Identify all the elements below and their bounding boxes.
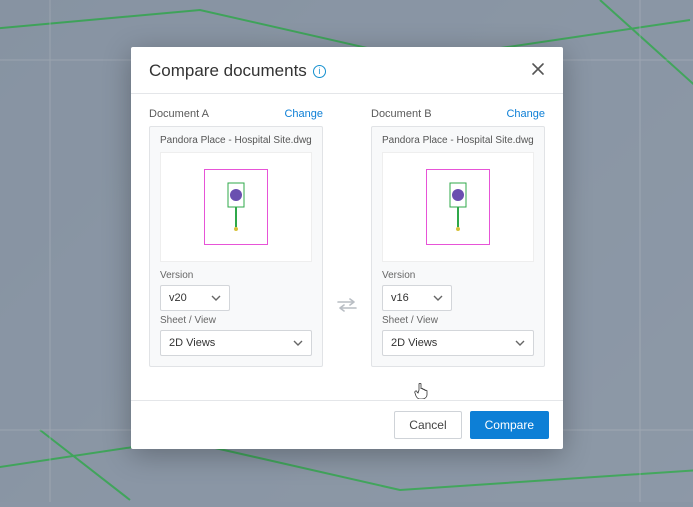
version-label-b: Version bbox=[382, 270, 534, 281]
sheet-view-label-b: Sheet / View bbox=[382, 315, 534, 326]
document-a-filename: Pandora Place - Hospital Site.dwg bbox=[160, 135, 312, 146]
document-a-sheet-view-select[interactable]: 2D Views bbox=[160, 330, 312, 356]
document-a-thumbnail[interactable] bbox=[160, 152, 312, 262]
document-a-label: Document A bbox=[149, 108, 209, 120]
document-b-version-select[interactable]: v16 bbox=[382, 285, 452, 311]
document-b-filename: Pandora Place - Hospital Site.dwg bbox=[382, 135, 534, 146]
swap-column bbox=[335, 108, 359, 392]
chevron-down-icon bbox=[211, 293, 221, 303]
document-b-sheet-view-select[interactable]: 2D Views bbox=[382, 330, 534, 356]
close-icon[interactable] bbox=[531, 62, 545, 80]
document-b-label: Document B bbox=[371, 108, 432, 120]
chevron-down-icon bbox=[293, 338, 303, 348]
document-a-version-select[interactable]: v20 bbox=[160, 285, 230, 311]
document-b-thumbnail[interactable] bbox=[382, 152, 534, 262]
sheet-view-label-a: Sheet / View bbox=[160, 315, 312, 326]
change-document-b-link[interactable]: Change bbox=[506, 108, 545, 120]
version-label-a: Version bbox=[160, 270, 312, 281]
info-icon[interactable]: i bbox=[313, 65, 326, 78]
document-a-panel: Document A Change Pandora Place - Hospit… bbox=[149, 108, 323, 367]
dialog-header: Compare documents i bbox=[131, 47, 563, 94]
chevron-down-icon bbox=[433, 293, 443, 303]
compare-button[interactable]: Compare bbox=[470, 411, 549, 439]
dialog-title: Compare documents bbox=[149, 61, 307, 81]
document-b-panel: Document B Change Pandora Place - Hospit… bbox=[371, 108, 545, 367]
chevron-down-icon bbox=[515, 338, 525, 348]
compare-documents-dialog: Compare documents i Document A Change Pa… bbox=[131, 47, 563, 449]
dialog-body: Document A Change Pandora Place - Hospit… bbox=[131, 94, 563, 400]
document-a-card: Pandora Place - Hospital Site.dwg Versio… bbox=[149, 126, 323, 367]
dialog-footer: Cancel Compare bbox=[131, 400, 563, 449]
cancel-button[interactable]: Cancel bbox=[394, 411, 461, 439]
document-b-card: Pandora Place - Hospital Site.dwg Versio… bbox=[371, 126, 545, 367]
change-document-a-link[interactable]: Change bbox=[284, 108, 323, 120]
swap-icon[interactable] bbox=[336, 298, 358, 312]
